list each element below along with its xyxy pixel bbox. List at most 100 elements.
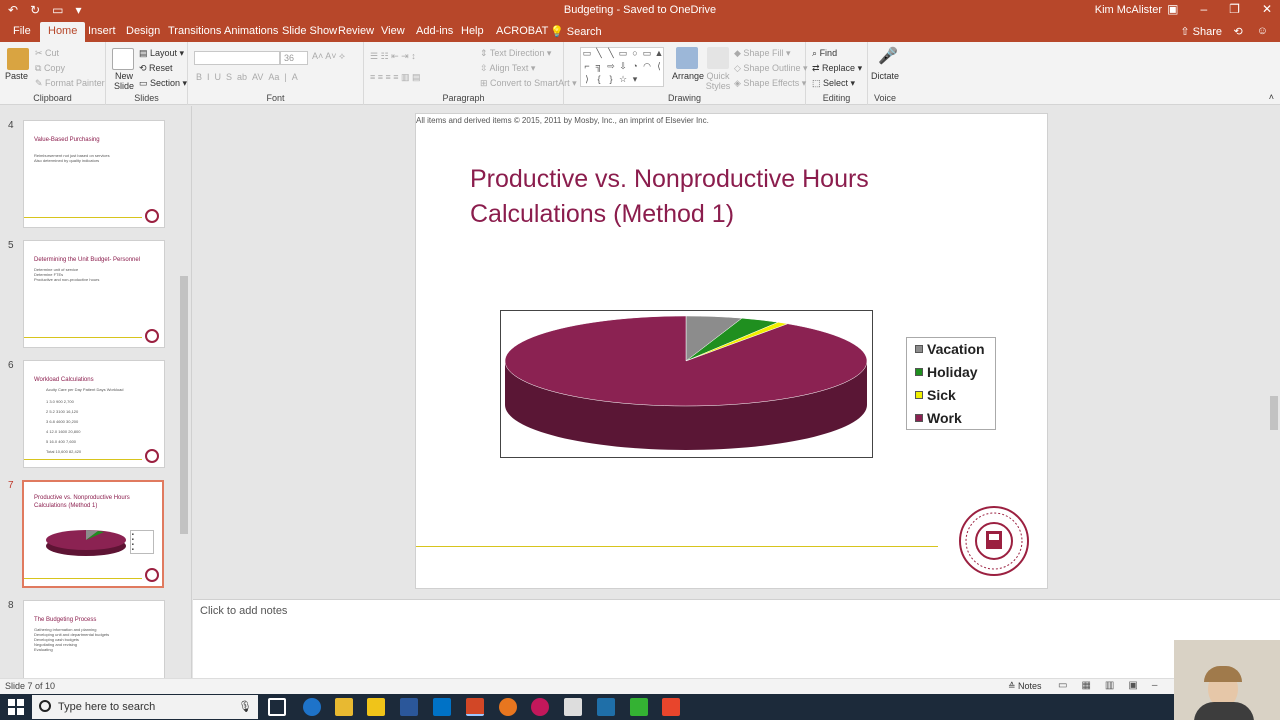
close-icon[interactable]: ✕ — [1262, 2, 1272, 16]
tell-me-search[interactable]: 💡 Search — [550, 25, 602, 38]
smiley-icon[interactable]: ☺ — [1257, 25, 1268, 38]
collapse-ribbon-icon[interactable]: ˄ — [1269, 92, 1274, 102]
quick-styles-icon[interactable] — [707, 47, 729, 69]
reading-view-icon[interactable]: ▥ — [1105, 680, 1114, 691]
scrollbar-thumb[interactable] — [1270, 396, 1278, 430]
grow-font-icon[interactable]: A˄ A˅ ⟡ — [312, 51, 345, 62]
find-button[interactable]: ⌕ Find — [812, 48, 837, 59]
edge-icon[interactable] — [303, 698, 321, 716]
bullets-icon[interactable]: ☰ ☷ ⇤ ⇥ ↕ — [370, 51, 416, 62]
history-icon[interactable]: ⟲ — [1234, 25, 1243, 38]
format-painter-button[interactable]: ✎ Format Painter — [35, 78, 105, 89]
text-direction-button[interactable]: ⇕ Text Direction ▾ — [480, 48, 551, 59]
app-flower-icon[interactable] — [531, 698, 549, 716]
quick-styles-button[interactable]: Quick Styles — [704, 71, 732, 91]
snagit-icon[interactable] — [597, 698, 615, 716]
chart-legend[interactable]: Vacation Holiday Sick Work — [906, 337, 996, 430]
tab-insert[interactable]: Insert — [88, 25, 116, 37]
font-format-buttons[interactable]: B I U S ab AV Aa | A — [196, 72, 298, 82]
shape-outline-button[interactable]: ◇ Shape Outline ▾ — [734, 63, 808, 74]
paste-icon[interactable] — [7, 48, 29, 70]
replace-button[interactable]: ⇄ Replace ▾ — [812, 63, 862, 74]
tab-add-ins[interactable]: Add-ins — [416, 25, 453, 37]
copy-button[interactable]: ⧉ Copy — [35, 63, 65, 74]
new-slide-button[interactable]: New Slide — [110, 71, 138, 91]
user-name[interactable]: Kim McAlister — [1095, 4, 1162, 16]
copyright-text[interactable]: All items and derived items © 2015, 2011… — [416, 116, 709, 125]
recorder-icon[interactable] — [662, 698, 680, 716]
powerpoint-icon[interactable] — [466, 698, 484, 716]
font-name-box[interactable] — [194, 51, 280, 65]
thumbnail-slide-6[interactable]: Workload Calculations Acuity Care per Da… — [23, 360, 165, 468]
ribbon-display-icon[interactable]: ▣ — [1167, 2, 1178, 16]
paste-button[interactable]: Paste — [5, 71, 28, 81]
align-text-button[interactable]: ⇳ Align Text ▾ — [480, 63, 535, 74]
dictate-button[interactable]: Dictate — [871, 71, 899, 81]
tab-slide-show[interactable]: Slide Show — [282, 25, 337, 37]
task-view-icon[interactable] — [268, 698, 286, 716]
new-slide-icon[interactable] — [112, 48, 134, 70]
share-button[interactable]: ⇧ Share — [1180, 25, 1222, 38]
reset-button[interactable]: ⟲ Reset — [139, 63, 173, 74]
tab-home[interactable]: Home — [40, 22, 86, 42]
photos-icon[interactable] — [564, 698, 582, 716]
convert-smartart-button[interactable]: ⊞ Convert to SmartArt ▾ — [480, 78, 577, 89]
notes-pane[interactable]: Click to add notes — [193, 599, 1280, 678]
file-explorer-icon[interactable] — [335, 698, 353, 716]
scrollbar-thumb[interactable] — [180, 276, 188, 534]
font-size-box[interactable]: 36 — [280, 51, 308, 65]
thumbnail-slide-4[interactable]: Value-Based Purchasing Reimbursement not… — [23, 120, 165, 228]
minimize-icon[interactable]: – — [1200, 2, 1207, 16]
word-icon[interactable] — [400, 698, 418, 716]
document-title[interactable]: Budgeting - Saved to OneDrive — [0, 4, 1280, 16]
section-button[interactable]: ▭ Section ▾ — [139, 78, 187, 89]
firefox-icon[interactable] — [499, 698, 517, 716]
notes-toggle-button[interactable]: ≙ Notes — [1008, 681, 1042, 692]
shape-fill-button[interactable]: ◆ Shape Fill ▾ — [734, 48, 790, 59]
title-bar: ↶ ↻ ▭ ▾ Budgeting - Saved to OneDrive Ki… — [0, 0, 1280, 22]
taskbar-search-placeholder[interactable]: Type here to search — [58, 701, 155, 713]
thumbnail-slide-7[interactable]: Productive vs. Nonproductive Hours Calcu… — [22, 480, 164, 588]
tab-file[interactable]: File — [13, 25, 31, 37]
tab-animations[interactable]: Animations — [224, 25, 278, 37]
microphone-icon[interactable]: 🎤 — [878, 46, 898, 66]
microphone-icon[interactable]: 🎙 — [238, 700, 252, 713]
align-icons[interactable]: ≡ ≡ ≡ ≡ ▥ ▤ — [370, 72, 421, 83]
arrange-button[interactable]: Arrange — [672, 71, 704, 81]
pie-chart[interactable] — [500, 310, 873, 458]
slide-sorter-icon[interactable]: ▦ — [1081, 680, 1090, 691]
outlook-icon[interactable] — [433, 698, 451, 716]
camtasia-icon[interactable] — [630, 698, 648, 716]
layout-button[interactable]: ▤ Layout ▾ — [139, 48, 184, 59]
current-slide[interactable]: All items and derived items © 2015, 2011… — [415, 113, 1048, 589]
legend-item-vacation: Vacation — [915, 341, 985, 357]
editing-group: ⌕ Find ⇄ Replace ▾ ⬚ Select ▾ Editing — [806, 42, 868, 105]
cut-button[interactable]: ✂ Cut — [35, 48, 59, 59]
thumbnail-slide-8[interactable]: The Budgeting Process Gathering informat… — [23, 600, 165, 678]
store-icon[interactable] — [367, 698, 385, 716]
tab-transitions[interactable]: Transitions — [168, 25, 221, 37]
restore-icon[interactable]: ❐ — [1229, 2, 1240, 16]
taskbar-search-box[interactable]: Type here to search 🎙 — [32, 695, 258, 719]
tab-review[interactable]: Review — [338, 25, 374, 37]
slide-title[interactable]: Productive vs. Nonproductive Hours Calcu… — [470, 162, 990, 232]
normal-view-icon[interactable]: ▭ — [1058, 680, 1067, 691]
notes-placeholder[interactable]: Click to add notes — [200, 605, 287, 617]
windows-taskbar: Type here to search 🎙 — [0, 694, 1280, 720]
tab-design[interactable]: Design — [126, 25, 160, 37]
tab-acrobat[interactable]: ACROBAT — [496, 25, 548, 37]
select-button[interactable]: ⬚ Select ▾ — [812, 78, 855, 89]
editor-scrollbar[interactable] — [1268, 106, 1280, 598]
zoom-out-icon[interactable]: – — [1152, 680, 1158, 691]
pie-slice-work[interactable] — [504, 315, 868, 407]
legend-item-holiday: Holiday — [915, 364, 978, 380]
shape-effects-button[interactable]: ◈ Shape Effects ▾ — [734, 78, 806, 89]
tab-view[interactable]: View — [381, 25, 405, 37]
arrange-icon[interactable] — [676, 47, 698, 69]
shapes-gallery[interactable]: ▭ ╲ ╲ ▭ ○ ▭ ▲ ⌐ ╗ ⇨ ⇩ ◔ ◠ ⟨ ⟩{} ☆ ▾ — [580, 47, 664, 87]
slideshow-icon[interactable]: ▣ — [1128, 680, 1137, 691]
thumbnail-slide-5[interactable]: Determining the Unit Budget- Personnel D… — [23, 240, 165, 348]
tab-help[interactable]: Help — [461, 25, 484, 37]
thumbnails-scrollbar[interactable] — [179, 106, 189, 678]
windows-start-icon[interactable] — [8, 699, 24, 715]
